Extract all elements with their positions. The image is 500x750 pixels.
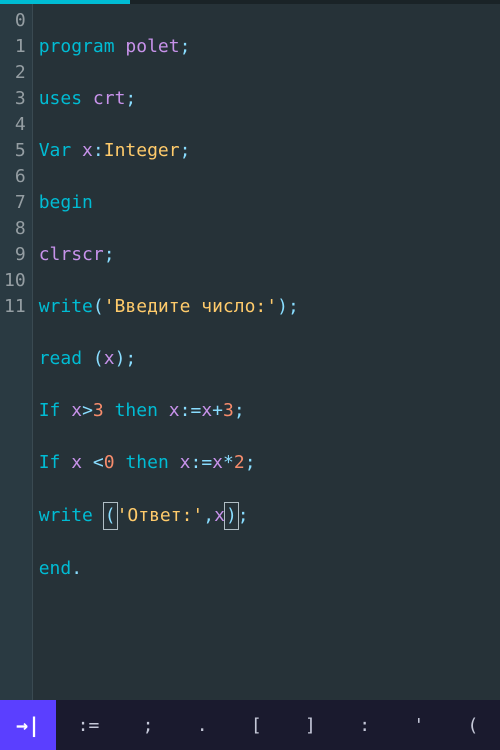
- identifier: clrscr: [39, 244, 104, 265]
- punct: .: [71, 558, 82, 579]
- symbol-row: := ; . [ ] : ' (: [56, 700, 500, 750]
- symbol-key[interactable]: ;: [137, 715, 160, 736]
- space: [82, 348, 93, 369]
- operator: :=: [190, 452, 212, 473]
- identifier: crt: [93, 88, 126, 109]
- function: read: [39, 348, 82, 369]
- code-line: [39, 608, 500, 634]
- number: 3: [93, 400, 104, 421]
- code-line: If x <0 then x:=x*2;: [39, 450, 500, 476]
- operator: <: [93, 452, 104, 473]
- paren-close: ): [115, 348, 126, 369]
- keyword: then: [125, 452, 168, 473]
- line-number: 2: [4, 60, 26, 86]
- code-area: 0 1 2 3 4 5 6 7 8 9 10 11 program polet;…: [0, 4, 500, 700]
- operator: :=: [180, 400, 202, 421]
- number: 0: [104, 452, 115, 473]
- code-line: Var x:Integer;: [39, 138, 500, 164]
- punct: ;: [104, 244, 115, 265]
- line-number: 8: [4, 216, 26, 242]
- symbol-key[interactable]: ]: [299, 715, 322, 736]
- keyword: then: [115, 400, 158, 421]
- symbol-key[interactable]: (: [461, 715, 484, 736]
- space: [82, 452, 93, 473]
- line-number: 6: [4, 164, 26, 190]
- punct: ;: [238, 505, 249, 526]
- code-line: program polet;: [39, 34, 500, 60]
- symbol-key[interactable]: :=: [72, 715, 106, 736]
- keyword: uses: [39, 88, 82, 109]
- operator: >: [82, 400, 93, 421]
- punct: ;: [180, 36, 191, 57]
- symbol-key[interactable]: [: [245, 715, 268, 736]
- punct: ;: [234, 400, 245, 421]
- scroll-track: [0, 0, 500, 4]
- punct: ;: [125, 348, 136, 369]
- number: 3: [223, 400, 234, 421]
- function: write: [39, 505, 93, 526]
- string: 'Введите число:': [104, 296, 277, 317]
- punct: ;: [180, 140, 191, 161]
- comma: ,: [203, 505, 214, 526]
- code-line: read (x);: [39, 346, 500, 372]
- tab-icon: →|: [16, 713, 40, 737]
- code-line: If x>3 then x:=x+3;: [39, 398, 500, 424]
- keyword: program: [39, 36, 115, 57]
- symbol-key[interactable]: .: [191, 715, 214, 736]
- line-number: 4: [4, 112, 26, 138]
- punct: ;: [288, 296, 299, 317]
- identifier: x: [71, 452, 82, 473]
- punct: ;: [125, 88, 136, 109]
- line-number: 5: [4, 138, 26, 164]
- line-number: 9: [4, 242, 26, 268]
- identifier: polet: [125, 36, 179, 57]
- keyword: If: [39, 400, 61, 421]
- punct: ;: [245, 452, 256, 473]
- identifier: x: [180, 452, 191, 473]
- paren-open: (: [93, 296, 104, 317]
- operator: *: [223, 452, 234, 473]
- paren-open: (: [93, 348, 104, 369]
- keyword: begin: [39, 192, 93, 213]
- line-number: 10: [4, 268, 26, 294]
- line-number: 1: [4, 34, 26, 60]
- identifier: x: [169, 400, 180, 421]
- scroll-thumb[interactable]: [0, 0, 130, 4]
- function: write: [39, 296, 93, 317]
- keyword: Var: [39, 140, 72, 161]
- paren-open-cursor: (: [103, 502, 118, 530]
- operator: +: [212, 400, 223, 421]
- code-line: write ('Ответ:',x);: [39, 502, 500, 530]
- symbol-key[interactable]: ': [407, 715, 430, 736]
- line-number: 0: [4, 8, 26, 34]
- symbol-key[interactable]: :: [353, 715, 376, 736]
- keyword: If: [39, 452, 61, 473]
- identifier: x: [71, 400, 82, 421]
- code-line: write('Введите число:');: [39, 294, 500, 320]
- paren-close-match: ): [224, 502, 239, 530]
- identifier: x: [104, 348, 115, 369]
- code-line: uses crt;: [39, 86, 500, 112]
- paren-close: ): [277, 296, 288, 317]
- number: 2: [234, 452, 245, 473]
- line-number: 7: [4, 190, 26, 216]
- code-line: clrscr;: [39, 242, 500, 268]
- code-line: begin: [39, 190, 500, 216]
- line-number: 11: [4, 294, 26, 320]
- string: 'Ответ:': [117, 505, 204, 526]
- code-line: end.: [39, 556, 500, 582]
- line-number: 3: [4, 86, 26, 112]
- code-content[interactable]: program polet; uses crt; Var x:Integer; …: [33, 4, 500, 700]
- keyword: end: [39, 558, 72, 579]
- identifier: x: [212, 452, 223, 473]
- type: Integer: [104, 140, 180, 161]
- code-editor: 0 1 2 3 4 5 6 7 8 9 10 11 program polet;…: [0, 0, 500, 750]
- identifier: x: [82, 140, 93, 161]
- tab-key-button[interactable]: →|: [0, 700, 56, 750]
- punct: :: [93, 140, 104, 161]
- symbol-toolbar: →| := ; . [ ] : ' (: [0, 700, 500, 750]
- identifier: x: [201, 400, 212, 421]
- line-number-gutter: 0 1 2 3 4 5 6 7 8 9 10 11: [0, 4, 33, 700]
